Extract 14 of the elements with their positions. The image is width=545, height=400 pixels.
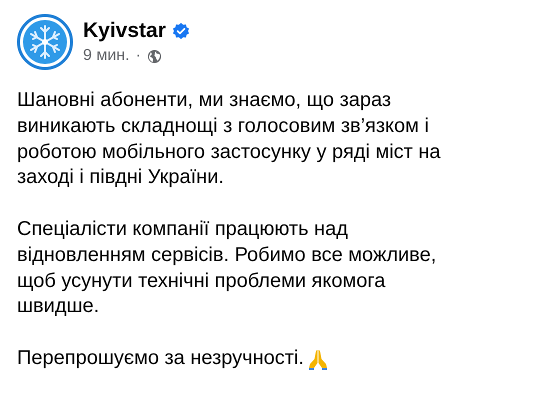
post-text-line: Перепрошуємо за незручності. (17, 346, 304, 371)
post-text-line: Шановні абоненти, ми знаємо, що зараз (17, 88, 392, 113)
post-text-line: щоб усунути технічні проблеми якомога (17, 268, 386, 294)
post-text-line: роботою мобільного застосунку у ряді міст на (17, 140, 441, 165)
avatar-icon[interactable] (17, 14, 73, 70)
post-text-line: відновленням сервісів. Робимо все можливе, (17, 242, 436, 268)
post-text-line: Спеціалісти компанії працюють над (17, 216, 348, 242)
globe-icon (146, 48, 162, 64)
post-text-line: швидше. (17, 294, 100, 320)
post-text-line: виникають складнощі з голосовим зв’язком і (17, 114, 429, 139)
post-time[interactable]: 9 мин. (83, 47, 130, 65)
post-text-line: заході і півдні України. (17, 165, 224, 190)
separator-dot: · (136, 47, 141, 65)
author-name[interactable]: Kyivstar (83, 19, 166, 43)
